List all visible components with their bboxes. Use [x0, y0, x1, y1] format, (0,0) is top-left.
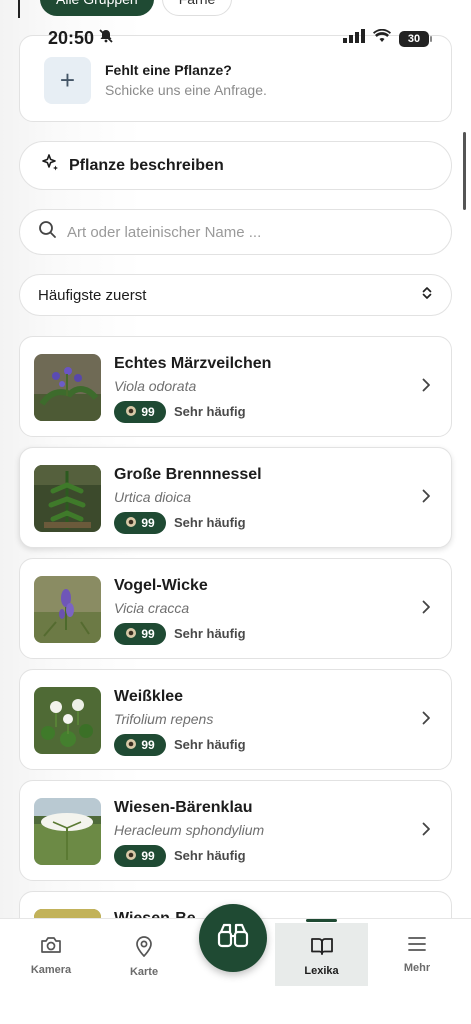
plant-name: Weißklee — [114, 688, 184, 705]
chip-farne[interactable]: Farne — [161, 0, 233, 16]
chevron-right-icon — [421, 488, 431, 509]
signal-icon — [343, 29, 365, 48]
active-tab-indicator — [306, 919, 337, 922]
wifi-icon — [373, 28, 391, 48]
eye-icon — [125, 849, 137, 864]
plant-name: Große Brennnessel — [114, 466, 262, 483]
plant-latin-name: Vicia cracca — [114, 600, 190, 616]
sightings-badge: 99 — [114, 512, 166, 534]
search-bar[interactable] — [19, 209, 452, 255]
plant-list-item[interactable]: Wiesen-Bärenklau Heracleum sphondylium 9… — [19, 780, 452, 881]
plant-photo-violet — [34, 354, 101, 421]
sort-chevrons-icon — [421, 286, 433, 305]
plant-list-item[interactable]: Vogel-Wicke Vicia cracca 99 Sehr häufig — [19, 558, 452, 659]
sightings-badge: 99 — [114, 845, 166, 867]
plant-latin-name: Urtica dioica — [114, 489, 192, 505]
nav-camera-label: Kamera — [30, 964, 72, 976]
scroll-edge-line — [18, 0, 20, 18]
sightings-badge: 99 — [114, 623, 166, 645]
plant-latin-name: Viola odorata — [114, 378, 197, 394]
plant-photo-vetch — [34, 576, 101, 643]
chevron-right-icon — [421, 377, 431, 398]
missing-plant-subtitle: Schicke uns eine Anfrage. — [105, 82, 267, 98]
plant-name: Echtes Märzveilchen — [114, 355, 272, 372]
plant-latin-name: Heracleum sphondylium — [114, 822, 265, 838]
sort-select[interactable]: Häufigste zuerst — [19, 274, 452, 316]
plant-name: Vogel-Wicke — [114, 577, 208, 594]
sightings-badge: 99 — [114, 734, 166, 756]
scrollbar-thumb[interactable] — [463, 132, 466, 210]
nav-camera[interactable]: Kamera — [16, 919, 86, 983]
describe-plant-button[interactable]: Pflanze beschreiben — [19, 141, 452, 190]
sparkle-icon — [40, 153, 60, 178]
eye-icon — [125, 516, 137, 531]
bell-muted-icon — [98, 28, 114, 49]
status-bar-icons: 30 — [343, 28, 432, 48]
sightings-count: 99 — [141, 849, 155, 863]
plus-icon: + — [44, 57, 91, 104]
binoculars-icon — [217, 922, 249, 955]
eye-icon — [125, 405, 137, 420]
search-input[interactable] — [67, 223, 427, 241]
chip-alle-gruppen[interactable]: Alle Gruppen — [40, 0, 154, 16]
sightings-count: 99 — [141, 516, 155, 530]
plant-photo-nettle — [34, 465, 101, 532]
frequency-label: Sehr häufig — [174, 404, 246, 419]
frequency-label: Sehr häufig — [174, 737, 246, 752]
plant-list-item[interactable]: Weißklee Trifolium repens 99 Sehr häufig — [19, 669, 452, 770]
nav-more-label: Mehr — [403, 962, 431, 974]
camera-icon — [40, 935, 62, 960]
plant-list-item[interactable]: Große Brennnessel Urtica dioica 99 Sehr … — [19, 447, 452, 548]
plant-photo-clover — [34, 687, 101, 754]
eye-icon — [125, 627, 137, 642]
frequency-label: Sehr häufig — [174, 515, 246, 530]
search-icon — [38, 220, 57, 244]
plant-latin-name: Trifolium repens — [114, 711, 214, 727]
clock: 20:50 — [48, 28, 95, 48]
plant-list-item[interactable]: Echtes Märzveilchen Viola odorata 99 Seh… — [19, 336, 452, 437]
sightings-count: 99 — [141, 627, 155, 641]
describe-plant-label: Pflanze beschreiben — [69, 156, 224, 174]
map-pin-icon — [134, 935, 154, 962]
book-icon — [310, 936, 334, 961]
chevron-right-icon — [421, 599, 431, 620]
identify-fab-button[interactable] — [199, 904, 267, 972]
filter-chip-row: Alle Gruppen Farne — [40, 0, 233, 16]
sort-selected-value: Häufigste zuerst — [38, 286, 147, 304]
menu-icon — [407, 935, 427, 958]
battery-icon: 30 — [399, 30, 432, 47]
eye-icon — [125, 738, 137, 753]
sightings-count: 99 — [141, 738, 155, 752]
nav-more[interactable]: Mehr — [382, 919, 452, 983]
chevron-right-icon — [421, 821, 431, 842]
plant-photo-hogweed — [34, 798, 101, 865]
plant-name: Wiesen-Bärenklau — [114, 799, 253, 816]
chevron-right-icon — [421, 710, 431, 731]
nav-map-label: Karte — [129, 966, 159, 978]
nav-map[interactable]: Karte — [109, 919, 179, 983]
frequency-label: Sehr häufig — [174, 848, 246, 863]
sightings-count: 99 — [141, 405, 155, 419]
sightings-badge: 99 — [114, 401, 166, 423]
status-bar-time: 20:50 — [48, 28, 114, 49]
nav-lexika[interactable]: Lexika — [275, 923, 368, 986]
nav-lexika-label: Lexika — [304, 965, 339, 977]
missing-plant-title: Fehlt eine Pflanze? — [105, 62, 232, 78]
frequency-label: Sehr häufig — [174, 626, 246, 641]
